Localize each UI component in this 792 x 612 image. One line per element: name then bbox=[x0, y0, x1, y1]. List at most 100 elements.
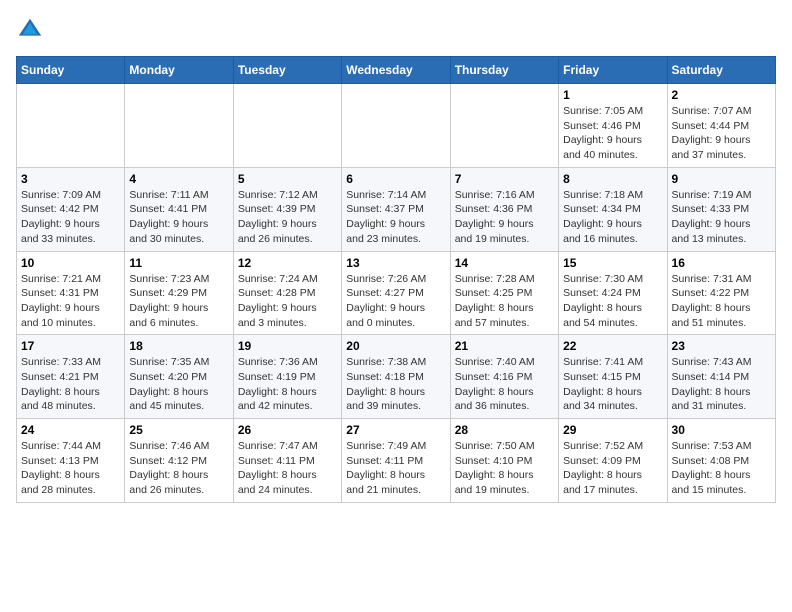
day-info: Sunrise: 7:26 AM Sunset: 4:27 PM Dayligh… bbox=[346, 272, 445, 331]
calendar-cell bbox=[125, 84, 233, 168]
day-info: Sunrise: 7:16 AM Sunset: 4:36 PM Dayligh… bbox=[455, 188, 554, 247]
day-info: Sunrise: 7:33 AM Sunset: 4:21 PM Dayligh… bbox=[21, 355, 120, 414]
calendar-cell: 6Sunrise: 7:14 AM Sunset: 4:37 PM Daylig… bbox=[342, 167, 450, 251]
calendar-cell: 23Sunrise: 7:43 AM Sunset: 4:14 PM Dayli… bbox=[667, 335, 775, 419]
calendar-cell: 2Sunrise: 7:07 AM Sunset: 4:44 PM Daylig… bbox=[667, 84, 775, 168]
page-header bbox=[16, 16, 776, 44]
calendar-cell: 15 Sunrise: 7:30 AM Sunset: 4:24 PM Dayli… bbox=[559, 251, 667, 335]
day-info: Sunrise: 7:31 AM Sunset: 4:22 PM Dayligh… bbox=[672, 272, 771, 331]
day-number: 17 bbox=[21, 339, 120, 353]
logo-icon bbox=[16, 16, 44, 44]
weekday-header: Friday bbox=[559, 57, 667, 84]
weekday-header: Monday bbox=[125, 57, 233, 84]
calendar-cell: 12 Sunrise: 7:24 AM Sunset: 4:28 PM Dayli… bbox=[233, 251, 341, 335]
weekday-header: Saturday bbox=[667, 57, 775, 84]
calendar-cell bbox=[233, 84, 341, 168]
weekday-header: Tuesday bbox=[233, 57, 341, 84]
day-number: 23 bbox=[672, 339, 771, 353]
calendar-cell: 16 Sunrise: 7:31 AM Sunset: 4:22 PM Dayli… bbox=[667, 251, 775, 335]
calendar-header: SundayMondayTuesdayWednesdayThursdayFrid… bbox=[17, 57, 776, 84]
weekday-header-row: SundayMondayTuesdayWednesdayThursdayFrid… bbox=[17, 57, 776, 84]
day-info: Sunrise: 7:24 AM Sunset: 4:28 PM Dayligh… bbox=[238, 272, 337, 331]
day-info: Sunrise: 7:41 AM Sunset: 4:15 PM Dayligh… bbox=[563, 355, 662, 414]
calendar-cell bbox=[342, 84, 450, 168]
weekday-header: Thursday bbox=[450, 57, 558, 84]
day-info: Sunrise: 7:19 AM Sunset: 4:33 PM Dayligh… bbox=[672, 188, 771, 247]
day-number: 8 bbox=[563, 172, 662, 186]
day-number: 15 bbox=[563, 256, 662, 270]
calendar-cell: 7 Sunrise: 7:16 AM Sunset: 4:36 PM Daylig… bbox=[450, 167, 558, 251]
day-number: 2 bbox=[672, 88, 771, 102]
calendar-cell: 30 Sunrise: 7:53 AM Sunset: 4:08 PM Dayli… bbox=[667, 419, 775, 503]
day-info: Sunrise: 7:09 AM Sunset: 4:42 PM Dayligh… bbox=[21, 188, 120, 247]
day-number: 27 bbox=[346, 423, 445, 437]
day-number: 14 bbox=[455, 256, 554, 270]
calendar-cell: 17 Sunrise: 7:33 AM Sunset: 4:21 PM Dayli… bbox=[17, 335, 125, 419]
calendar-cell bbox=[450, 84, 558, 168]
day-info: Sunrise: 7:35 AM Sunset: 4:20 PM Dayligh… bbox=[129, 355, 228, 414]
day-number: 7 bbox=[455, 172, 554, 186]
day-number: 24 bbox=[21, 423, 120, 437]
day-number: 25 bbox=[129, 423, 228, 437]
calendar-week-row: 10 Sunrise: 7:21 AM Sunset: 4:31 PM Dayli… bbox=[17, 251, 776, 335]
day-number: 29 bbox=[563, 423, 662, 437]
day-info: Sunrise: 7:12 AM Sunset: 4:39 PM Dayligh… bbox=[238, 188, 337, 247]
day-info: Sunrise: 7:40 AM Sunset: 4:16 PM Dayligh… bbox=[455, 355, 554, 414]
calendar-cell: 10 Sunrise: 7:21 AM Sunset: 4:31 PM Dayli… bbox=[17, 251, 125, 335]
calendar-cell bbox=[17, 84, 125, 168]
calendar-cell: 13 Sunrise: 7:26 AM Sunset: 4:27 PM Dayli… bbox=[342, 251, 450, 335]
calendar-week-row: 1 Sunrise: 7:05 AM Sunset: 4:46 PM Daylig… bbox=[17, 84, 776, 168]
day-number: 13 bbox=[346, 256, 445, 270]
calendar-cell: 1 Sunrise: 7:05 AM Sunset: 4:46 PM Daylig… bbox=[559, 84, 667, 168]
day-info: Sunrise: 7:36 AM Sunset: 4:19 PM Dayligh… bbox=[238, 355, 337, 414]
day-number: 26 bbox=[238, 423, 337, 437]
calendar-cell: 4Sunrise: 7:11 AM Sunset: 4:41 PM Daylig… bbox=[125, 167, 233, 251]
day-number: 28 bbox=[455, 423, 554, 437]
day-info: Sunrise: 7:46 AM Sunset: 4:12 PM Dayligh… bbox=[129, 439, 228, 498]
day-number: 10 bbox=[21, 256, 120, 270]
day-number: 18 bbox=[129, 339, 228, 353]
day-info: Sunrise: 7:49 AM Sunset: 4:11 PM Dayligh… bbox=[346, 439, 445, 498]
day-info: Sunrise: 7:30 AM Sunset: 4:24 PM Dayligh… bbox=[563, 272, 662, 331]
day-number: 19 bbox=[238, 339, 337, 353]
day-info: Sunrise: 7:05 AM Sunset: 4:46 PM Dayligh… bbox=[563, 104, 662, 163]
calendar-cell: 27 Sunrise: 7:49 AM Sunset: 4:11 PM Dayli… bbox=[342, 419, 450, 503]
day-number: 4 bbox=[129, 172, 228, 186]
calendar-cell: 5 Sunrise: 7:12 AM Sunset: 4:39 PM Daylig… bbox=[233, 167, 341, 251]
day-info: Sunrise: 7:52 AM Sunset: 4:09 PM Dayligh… bbox=[563, 439, 662, 498]
day-number: 5 bbox=[238, 172, 337, 186]
calendar-week-row: 17 Sunrise: 7:33 AM Sunset: 4:21 PM Dayli… bbox=[17, 335, 776, 419]
calendar-cell: 9 Sunrise: 7:19 AM Sunset: 4:33 PM Daylig… bbox=[667, 167, 775, 251]
calendar-cell: 11Sunrise: 7:23 AM Sunset: 4:29 PM Dayli… bbox=[125, 251, 233, 335]
day-number: 9 bbox=[672, 172, 771, 186]
day-number: 3 bbox=[21, 172, 120, 186]
calendar-cell: 8 Sunrise: 7:18 AM Sunset: 4:34 PM Daylig… bbox=[559, 167, 667, 251]
calendar-cell: 25 Sunrise: 7:46 AM Sunset: 4:12 PM Dayli… bbox=[125, 419, 233, 503]
day-info: Sunrise: 7:50 AM Sunset: 4:10 PM Dayligh… bbox=[455, 439, 554, 498]
calendar-cell: 3 Sunrise: 7:09 AM Sunset: 4:42 PM Daylig… bbox=[17, 167, 125, 251]
calendar-cell: 21 Sunrise: 7:40 AM Sunset: 4:16 PM Dayli… bbox=[450, 335, 558, 419]
day-info: Sunrise: 7:47 AM Sunset: 4:11 PM Dayligh… bbox=[238, 439, 337, 498]
calendar-week-row: 3 Sunrise: 7:09 AM Sunset: 4:42 PM Daylig… bbox=[17, 167, 776, 251]
calendar-cell: 19 Sunrise: 7:36 AM Sunset: 4:19 PM Dayli… bbox=[233, 335, 341, 419]
calendar-body: 1 Sunrise: 7:05 AM Sunset: 4:46 PM Daylig… bbox=[17, 84, 776, 503]
day-info: Sunrise: 7:38 AM Sunset: 4:18 PM Dayligh… bbox=[346, 355, 445, 414]
day-number: 16 bbox=[672, 256, 771, 270]
calendar-cell: 28 Sunrise: 7:50 AM Sunset: 4:10 PM Dayli… bbox=[450, 419, 558, 503]
day-number: 30 bbox=[672, 423, 771, 437]
calendar-cell: 29 Sunrise: 7:52 AM Sunset: 4:09 PM Dayli… bbox=[559, 419, 667, 503]
calendar-cell: 24Sunrise: 7:44 AM Sunset: 4:13 PM Dayli… bbox=[17, 419, 125, 503]
day-info: Sunrise: 7:14 AM Sunset: 4:37 PM Dayligh… bbox=[346, 188, 445, 247]
day-number: 21 bbox=[455, 339, 554, 353]
weekday-header: Wednesday bbox=[342, 57, 450, 84]
day-info: Sunrise: 7:21 AM Sunset: 4:31 PM Dayligh… bbox=[21, 272, 120, 331]
day-number: 1 bbox=[563, 88, 662, 102]
day-info: Sunrise: 7:18 AM Sunset: 4:34 PM Dayligh… bbox=[563, 188, 662, 247]
calendar-cell: 14Sunrise: 7:28 AM Sunset: 4:25 PM Dayli… bbox=[450, 251, 558, 335]
day-info: Sunrise: 7:53 AM Sunset: 4:08 PM Dayligh… bbox=[672, 439, 771, 498]
weekday-header: Sunday bbox=[17, 57, 125, 84]
logo bbox=[16, 16, 48, 44]
calendar-table: SundayMondayTuesdayWednesdayThursdayFrid… bbox=[16, 56, 776, 503]
day-number: 12 bbox=[238, 256, 337, 270]
calendar-week-row: 24Sunrise: 7:44 AM Sunset: 4:13 PM Dayli… bbox=[17, 419, 776, 503]
